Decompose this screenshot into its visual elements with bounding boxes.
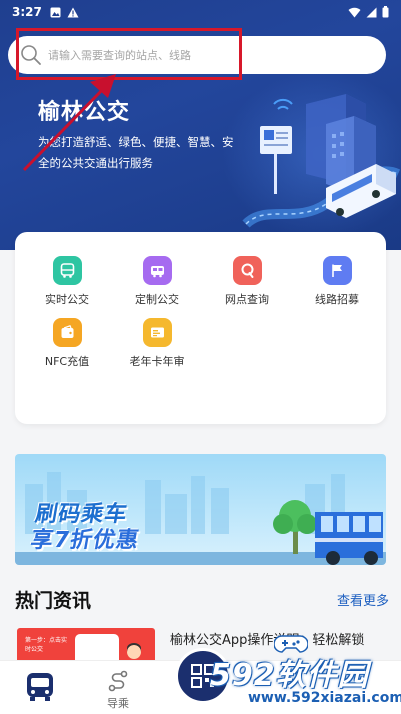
bus-front-icon <box>27 673 53 701</box>
nav-transfer[interactable]: 导乘 <box>106 669 130 711</box>
signal-icon <box>366 7 377 17</box>
feature-route-recruit[interactable]: 线路招募 <box>292 256 382 307</box>
gallery-notification-icon <box>50 7 61 17</box>
warning-icon <box>67 7 79 17</box>
battery-icon <box>382 6 389 18</box>
promo-line-1: 刷码乘车 <box>33 502 130 527</box>
feature-label: 老年卡年审 <box>129 355 185 368</box>
feature-realtime-bus[interactable]: 实时公交 <box>22 256 112 307</box>
pointer-arrow-icon <box>22 74 116 172</box>
wallet-icon <box>52 318 82 347</box>
feature-label: NFC充值 <box>44 355 90 368</box>
feature-label: 网点查询 <box>225 293 269 306</box>
qr-code-icon <box>191 664 215 688</box>
flag-icon <box>322 256 352 285</box>
location-pin-icon <box>232 256 262 285</box>
feature-card: 实时公交 定制公交 网点查询 线路招募 NFC充值 老年卡年审 <box>15 232 386 424</box>
search-input[interactable] <box>48 48 328 62</box>
news-more-link[interactable]: 查看更多 <box>337 590 389 609</box>
feature-label: 实时公交 <box>45 293 89 306</box>
feature-senior-card-review[interactable]: 老年卡年审 <box>112 318 202 369</box>
promo-text: 刷码乘车 享7折优惠 <box>28 502 145 554</box>
feature-nfc-recharge[interactable]: NFC充值 <box>22 318 112 369</box>
wifi-icon <box>348 7 361 17</box>
status-time: 3:27 <box>12 5 42 19</box>
nav-home[interactable] <box>24 671 56 705</box>
promo-line-2: 享7折优惠 <box>28 528 142 553</box>
feature-custom-bus[interactable]: 定制公交 <box>112 256 202 307</box>
promo-banner[interactable]: 刷码乘车 享7折优惠 <box>15 454 386 565</box>
news-section-title: 热门资讯 <box>15 590 92 612</box>
feature-label: 定制公交 <box>135 293 179 306</box>
nav-transfer-label: 导乘 <box>107 697 129 710</box>
feature-outlet-search[interactable]: 网点查询 <box>202 256 292 307</box>
feature-label: 线路招募 <box>315 293 359 306</box>
status-bar: 3:27 <box>0 0 401 24</box>
custom-bus-icon <box>142 256 172 285</box>
search-icon <box>21 45 41 65</box>
city-bus-illustration <box>242 94 401 228</box>
news-thumb-text: 第一步：点击实时公交 <box>25 637 68 653</box>
bus-icon <box>52 256 82 285</box>
card-icon <box>142 318 172 347</box>
route-icon <box>108 670 128 692</box>
scan-qr-button[interactable] <box>175 648 231 704</box>
